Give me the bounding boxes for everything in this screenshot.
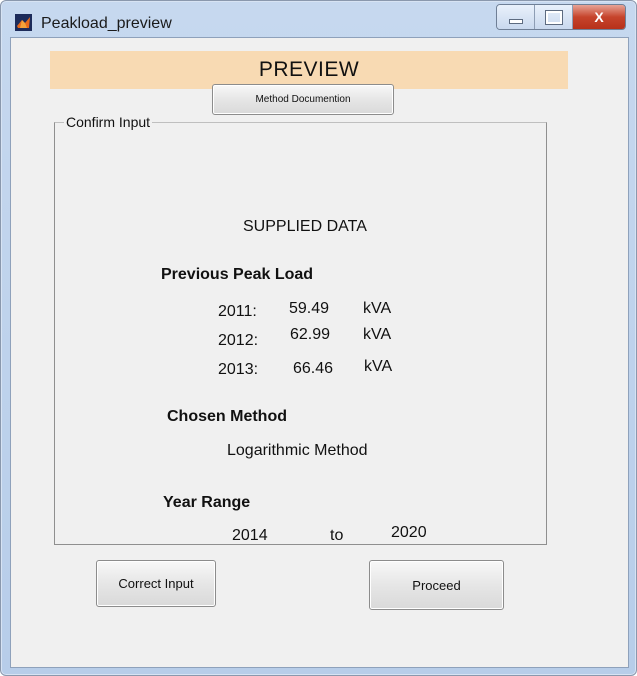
peak-unit-2011: kVA xyxy=(363,300,392,317)
window-controls: X xyxy=(496,4,626,30)
preview-title: PREVIEW xyxy=(258,58,360,81)
confirm-input-legend: Confirm Input xyxy=(64,114,153,130)
peak-year-2013: 2013: xyxy=(218,361,259,378)
maximize-button[interactable] xyxy=(535,5,573,29)
method-documentation-button[interactable]: Method Documention xyxy=(212,84,394,115)
year-range-heading: Year Range xyxy=(163,494,251,511)
peak-value-2013: 66.46 xyxy=(293,360,334,377)
minimize-icon xyxy=(508,18,523,24)
proceed-button[interactable]: Proceed xyxy=(369,560,504,610)
minimize-button[interactable] xyxy=(497,5,535,29)
correct-input-button[interactable]: Correct Input xyxy=(96,560,216,607)
maximize-icon xyxy=(544,9,563,25)
matlab-icon xyxy=(15,14,32,31)
peak-unit-2012: kVA xyxy=(363,326,392,343)
close-button[interactable]: X xyxy=(573,5,625,29)
chosen-method-heading: Chosen Method xyxy=(167,408,287,425)
previous-peak-load-heading: Previous Peak Load xyxy=(161,266,314,283)
window-title: Peakload_preview xyxy=(41,15,172,32)
peak-year-2011: 2011: xyxy=(218,303,257,320)
year-range-start: 2014 xyxy=(232,527,268,544)
close-icon: X xyxy=(594,9,604,25)
year-range-to: to xyxy=(330,527,344,544)
title-bar[interactable]: Peakload_preview X xyxy=(1,1,636,37)
peak-unit-2013: kVA xyxy=(364,358,393,375)
supplied-data-heading: SUPPLIED DATA xyxy=(243,218,367,235)
peak-value-2011: 59.49 xyxy=(289,300,330,317)
peak-year-2012: 2012: xyxy=(218,332,259,349)
chosen-method-value: Logarithmic Method xyxy=(227,442,368,459)
peak-value-2012: 62.99 xyxy=(290,326,331,343)
year-range-end: 2020 xyxy=(391,524,427,541)
